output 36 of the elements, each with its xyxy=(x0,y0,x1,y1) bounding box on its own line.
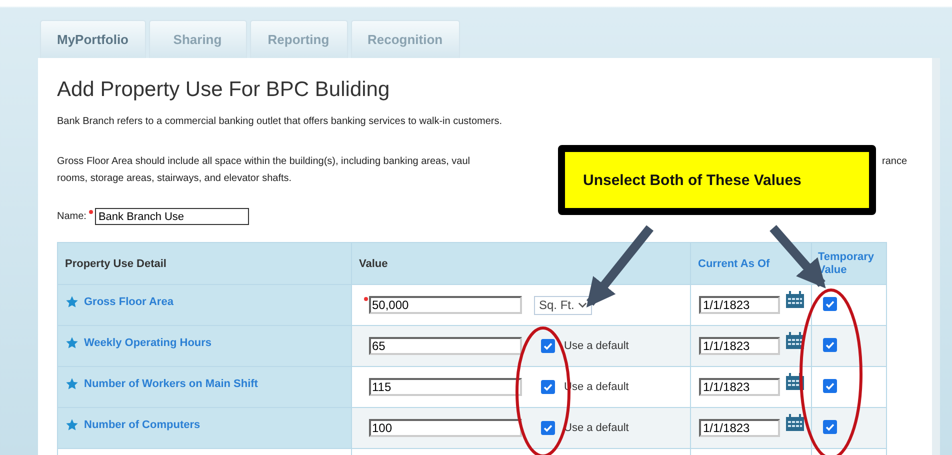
date-field[interactable]: 1/1/1823 xyxy=(699,296,780,314)
caret-icon xyxy=(578,302,588,308)
checkbox[interactable] xyxy=(541,380,555,394)
column-header: Property Use Detail xyxy=(58,242,352,284)
column-header: Current As Of xyxy=(690,242,812,284)
description-text: Bank Branch refers to a commercial banking outlet that offers banking services to walk-in customers. xyxy=(57,116,504,127)
calendar-icon[interactable] xyxy=(785,414,805,432)
description-text: Gross Floor Area should include all space within the building(s), including banking areas, vaul xyxy=(57,156,470,167)
description-text: rooms, storage areas, stairways, and elevator shafts. xyxy=(57,173,292,184)
value-field[interactable]: 50,000 xyxy=(369,296,522,314)
checkbox[interactable] xyxy=(541,421,555,435)
calendar-icon[interactable] xyxy=(785,291,805,309)
checkbox[interactable] xyxy=(823,297,837,311)
star-icon xyxy=(65,295,79,309)
unit-dropdown[interactable]: Sq. Ft. xyxy=(534,296,592,314)
description-text: rance xyxy=(882,156,907,167)
value-field[interactable]: 100 xyxy=(369,419,522,437)
star-icon xyxy=(65,418,79,432)
page-title: Add Property Use For BPC Buliding xyxy=(57,78,391,102)
value-field[interactable]: 65 xyxy=(369,337,522,355)
checkbox[interactable] xyxy=(541,339,555,353)
checkbox[interactable] xyxy=(823,338,837,352)
star-icon xyxy=(65,377,79,391)
date-field[interactable]: 1/1/1823 xyxy=(699,337,780,355)
checkbox[interactable] xyxy=(823,379,837,393)
checkbox[interactable] xyxy=(823,420,837,434)
checkbox-label: Use a default xyxy=(564,340,629,352)
field-label: Name: xyxy=(57,211,86,222)
name-field[interactable]: Bank Branch Use xyxy=(95,208,250,225)
star-icon xyxy=(65,336,79,350)
callout-box: Unselect Both of These Values xyxy=(558,145,876,215)
tab[interactable]: MyPortfolio xyxy=(40,20,146,58)
value-field[interactable]: 115 xyxy=(369,378,522,396)
column-header: Value xyxy=(352,242,690,284)
date-field[interactable]: 1/1/1823 xyxy=(699,378,780,396)
date-field[interactable]: 1/1/1823 xyxy=(699,419,780,437)
